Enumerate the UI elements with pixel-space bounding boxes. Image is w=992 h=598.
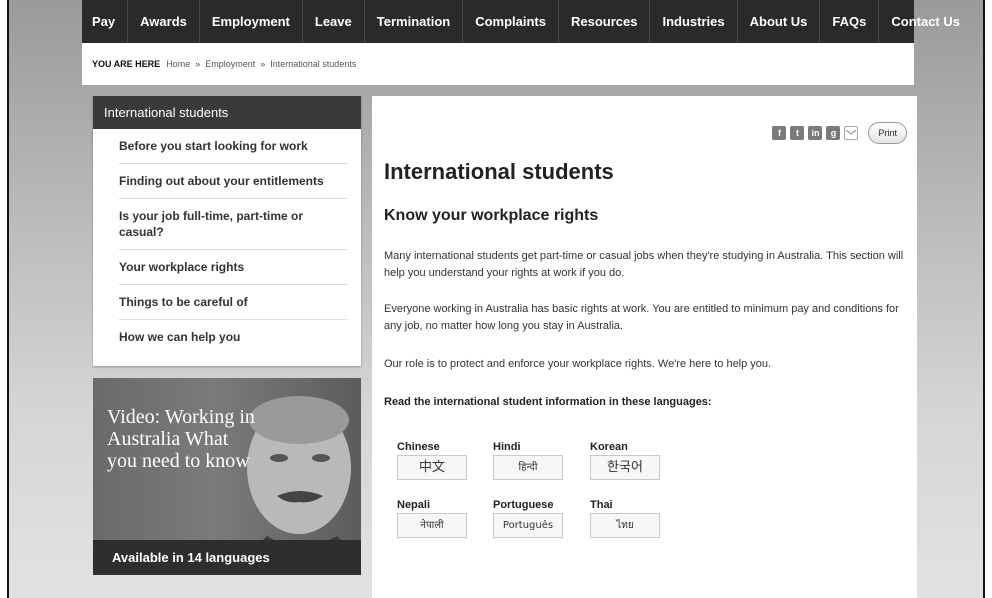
role-paragraph: Our role is to protect and enforce your …: [384, 358, 772, 370]
language-hindi: Hindi हिन्दी: [493, 441, 573, 480]
page-frame: Pay Awards Employment Leave Termination …: [7, 0, 985, 598]
language-name: Hindi: [493, 441, 521, 453]
promo-strip: Available in 14 languages: [93, 540, 361, 575]
languages-heading: Read the international student informati…: [384, 396, 712, 408]
language-nepali: Nepali नेपाली: [397, 499, 477, 538]
nav-item-awards[interactable]: Awards: [128, 0, 200, 43]
print-button[interactable]: Print: [868, 122, 907, 144]
share-toolbar: f t in g Print: [768, 122, 907, 144]
language-name: Korean: [590, 441, 628, 453]
language-chinese: Chinese 中文: [397, 441, 477, 480]
rights-paragraph: Everyone working in Australia has basic …: [384, 303, 899, 332]
language-button-hindi[interactable]: हिन्दी: [493, 455, 563, 480]
sidebar-item-workplace-rights[interactable]: Your workplace rights: [119, 250, 347, 285]
main-navigation: Pay Awards Employment Leave Termination …: [82, 0, 960, 43]
nav-item-industries[interactable]: Industries: [650, 0, 738, 43]
language-button-chinese[interactable]: 中文: [397, 455, 467, 480]
nav-item-resources[interactable]: Resources: [559, 0, 651, 43]
facebook-icon[interactable]: f: [772, 126, 787, 140]
sidebar-title[interactable]: International students: [93, 96, 361, 129]
email-icon[interactable]: [844, 126, 859, 140]
nav-item-about-us[interactable]: About Us: [738, 0, 821, 43]
page-title: International students: [384, 159, 614, 184]
language-button-portuguese[interactable]: Português: [493, 513, 563, 538]
main-content: f t in g Print International students Kn…: [372, 96, 917, 598]
language-button-thai[interactable]: ไทย: [590, 513, 660, 538]
breadcrumb-home[interactable]: Home: [166, 59, 190, 69]
sidebar-item-careful[interactable]: Things to be careful of: [119, 285, 347, 320]
language-button-korean[interactable]: 한국어: [590, 455, 660, 480]
nav-item-faqs[interactable]: FAQs: [820, 0, 880, 43]
video-promo-banner[interactable]: Video: Working in Australia What you nee…: [93, 378, 361, 575]
sidebar-item-job-type[interactable]: Is your job full-time, part-time or casu…: [119, 199, 347, 250]
sidebar-navigation: International students Before you start …: [93, 96, 361, 366]
twitter-icon[interactable]: t: [790, 126, 805, 140]
nav-item-contact-us[interactable]: Contact Us: [879, 0, 970, 43]
language-button-nepali[interactable]: नेपाली: [397, 513, 467, 538]
linkedin-icon[interactable]: in: [808, 126, 823, 140]
language-name: Chinese: [397, 441, 440, 453]
googleplus-icon[interactable]: g: [826, 126, 841, 140]
nav-item-leave[interactable]: Leave: [303, 0, 365, 43]
nav-item-complaints[interactable]: Complaints: [463, 0, 559, 43]
language-thai: Thai ไทย: [590, 499, 670, 538]
language-name: Thai: [590, 499, 613, 511]
sidebar-item-before-you-start[interactable]: Before you start looking for work: [119, 129, 347, 164]
breadcrumb-separator: »: [260, 59, 266, 69]
sidebar-item-entitlements[interactable]: Finding out about your entitlements: [119, 164, 347, 199]
breadcrumb-employment[interactable]: Employment: [205, 59, 255, 69]
sidebar-item-help[interactable]: How we can help you: [119, 320, 347, 354]
breadcrumb: YOU ARE HERE Home » Employment » Interna…: [82, 43, 914, 85]
language-korean: Korean 한국어: [590, 441, 670, 480]
section-heading: Know your workplace rights: [384, 207, 599, 224]
breadcrumb-label: YOU ARE HERE: [92, 59, 161, 69]
intro-paragraph: Many international students get part-tim…: [384, 250, 904, 279]
nav-item-pay[interactable]: Pay: [82, 0, 129, 43]
nav-item-termination[interactable]: Termination: [365, 0, 464, 43]
breadcrumb-separator: »: [195, 59, 201, 69]
breadcrumb-current: International students: [270, 59, 357, 69]
promo-title: Video: Working in Australia What you nee…: [107, 406, 255, 472]
language-name: Portuguese: [493, 499, 554, 511]
nav-item-employment[interactable]: Employment: [200, 0, 303, 43]
language-name: Nepali: [397, 499, 431, 511]
language-portuguese: Portuguese Português: [493, 499, 573, 538]
